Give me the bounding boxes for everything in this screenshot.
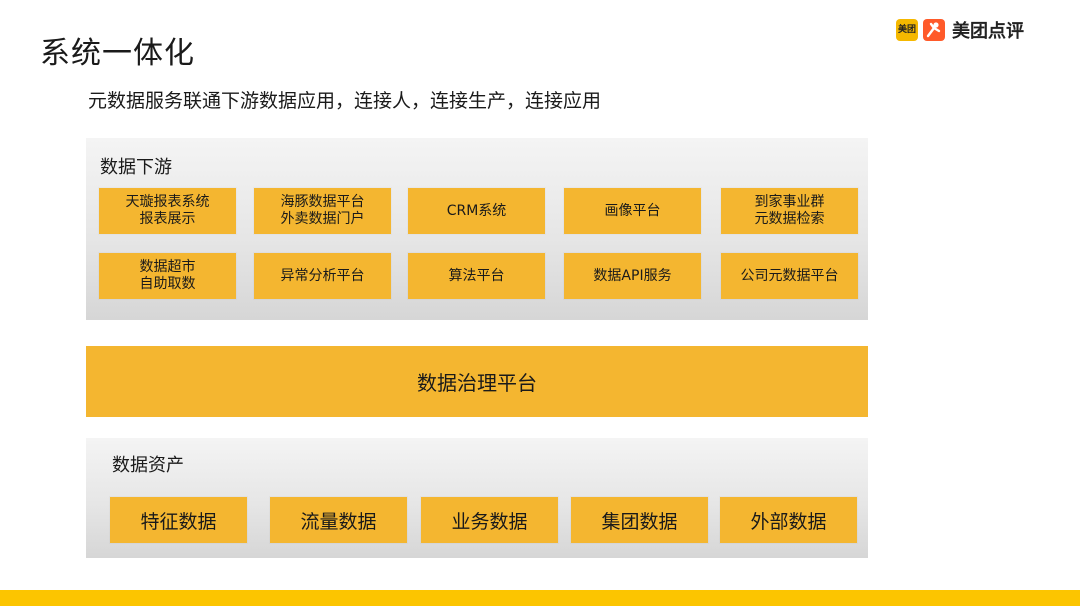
downstream-box-tianxuan: 天璇报表系统 报表展示 xyxy=(99,188,236,234)
box-line-1: CRM系统 xyxy=(446,202,507,219)
asset-box-external: 外部数据 xyxy=(720,497,857,543)
downstream-box-anomaly: 异常分析平台 xyxy=(254,253,391,299)
box-line-1: 海豚数据平台 xyxy=(280,194,365,210)
governance-platform-bar: 数据治理平台 xyxy=(86,346,868,417)
downstream-box-metadata: 公司元数据平台 xyxy=(721,253,858,299)
box-line-2: 自助取数 xyxy=(139,276,196,292)
brand-name: 美团点评 xyxy=(952,21,1024,42)
downstream-box-datamart: 数据超市 自助取数 xyxy=(99,253,236,299)
dianping-badge-icon xyxy=(923,19,945,41)
downstream-box-daojia: 到家事业群 元数据检索 xyxy=(721,188,858,234)
downstream-box-profile: 画像平台 xyxy=(564,188,701,234)
asset-label: 特征数据 xyxy=(140,510,217,533)
downstream-panel: 数据下游 天璇报表系统 报表展示 海豚数据平台 外卖数据门户 CRM系统 画像平台 … xyxy=(86,138,868,320)
box-line-1: 画像平台 xyxy=(604,202,661,219)
brand-logo: 美团 美团点评 xyxy=(896,17,1024,43)
box-line-1: 数据API服务 xyxy=(593,267,672,284)
box-line-1: 算法平台 xyxy=(448,267,505,284)
box-line-1: 公司元数据平台 xyxy=(740,267,839,284)
box-line-1: 数据超市 xyxy=(139,259,196,275)
assets-panel: 数据资产 特征数据 流量数据 业务数据 集团数据 外部数据 xyxy=(86,438,868,558)
box-line-2: 报表展示 xyxy=(139,211,196,227)
page-subtitle: 元数据服务联通下游数据应用，连接人，连接生产，连接应用 xyxy=(88,90,602,112)
downstream-box-algorithm: 算法平台 xyxy=(408,253,545,299)
governance-label: 数据治理平台 xyxy=(417,371,537,395)
page-title: 系统一体化 xyxy=(40,36,195,71)
asset-box-business: 业务数据 xyxy=(421,497,558,543)
box-line-1: 到家事业群 xyxy=(754,194,825,210)
downstream-box-crm: CRM系统 xyxy=(408,188,545,234)
bottom-accent-bar xyxy=(0,590,1080,606)
asset-label: 外部数据 xyxy=(750,510,827,533)
asset-box-feature: 特征数据 xyxy=(110,497,247,543)
asset-box-group: 集团数据 xyxy=(571,497,708,543)
assets-label: 数据资产 xyxy=(112,455,184,476)
downstream-box-api: 数据API服务 xyxy=(564,253,701,299)
box-line-1: 异常分析平台 xyxy=(280,267,365,284)
asset-label: 业务数据 xyxy=(451,510,528,533)
asset-box-traffic: 流量数据 xyxy=(270,497,407,543)
downstream-label: 数据下游 xyxy=(100,157,172,178)
asset-label: 集团数据 xyxy=(601,510,678,533)
box-line-2: 元数据检索 xyxy=(754,211,825,227)
asset-label: 流量数据 xyxy=(300,510,377,533)
downstream-box-haitun: 海豚数据平台 外卖数据门户 xyxy=(254,188,391,234)
box-line-1: 天璇报表系统 xyxy=(125,194,210,210)
box-line-2: 外卖数据门户 xyxy=(280,211,365,227)
meituan-badge-icon: 美团 xyxy=(896,19,918,41)
